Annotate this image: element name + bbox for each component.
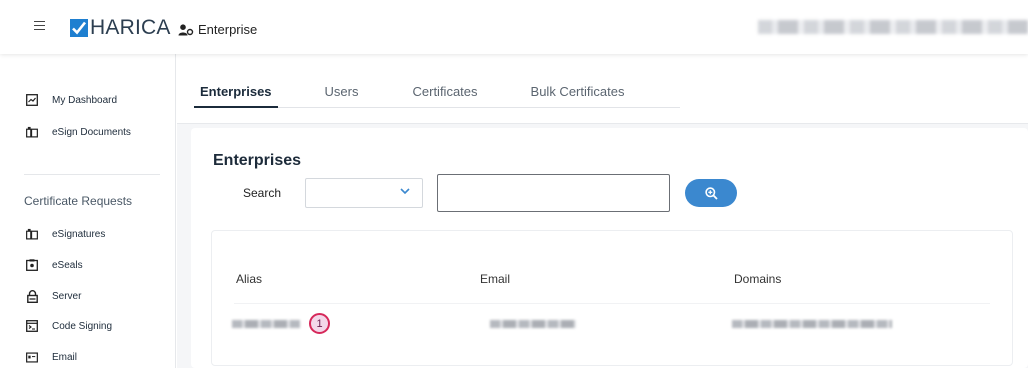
tabs: Enterprises Users Certificates Bulk Cert… [194, 83, 680, 108]
sidebar-item-eseals[interactable]: eSeals [26, 259, 83, 271]
lock-icon [26, 289, 38, 303]
email-icon [26, 351, 38, 363]
column-header-alias[interactable]: Alias [236, 272, 262, 286]
sidebar-item-code-signing[interactable]: Code Signing [26, 320, 112, 332]
tabs-bar: Enterprises Users Certificates Bulk Cert… [177, 54, 1028, 124]
sidebar-item-esign-documents[interactable]: eSign Documents [26, 126, 131, 138]
sidebar-item-server[interactable]: Server [26, 289, 82, 303]
domains-cell-redacted [732, 320, 892, 328]
breadcrumb: Enterprise [178, 22, 257, 37]
chevron-down-icon [400, 188, 410, 195]
breadcrumb-label: Enterprise [198, 22, 258, 37]
column-header-email[interactable]: Email [480, 272, 510, 286]
sidebar-item-label: Email [52, 351, 78, 363]
hamburger-menu-icon[interactable] [34, 18, 48, 32]
tab-certificates[interactable]: Certificates [413, 84, 478, 107]
tab-bulk-certificates[interactable]: Bulk Certificates [531, 84, 625, 107]
sidebar-divider [24, 174, 160, 175]
signature-icon [26, 228, 38, 240]
user-menu[interactable] [758, 20, 1028, 34]
row-number-badge: 1 [309, 313, 330, 334]
zoom-in-icon [704, 186, 718, 200]
document-sign-icon [26, 126, 38, 138]
sidebar-item-label: eSignatures [52, 228, 106, 240]
sidebar-item-my-dashboard[interactable]: My Dashboard [26, 94, 117, 106]
search-label: Search [243, 186, 282, 200]
sidebar-item-label: Code Signing [52, 320, 113, 332]
seal-icon [26, 259, 38, 271]
harica-logo[interactable]: HARICA [70, 16, 171, 39]
enterprises-panel: Enterprises Search Alias Email Domains 1 [191, 128, 1028, 368]
sidebar-item-email[interactable]: Email [26, 351, 77, 363]
sidebar-item-label: Server [52, 290, 82, 302]
top-bar: HARICA Enterprise [0, 0, 1028, 54]
sidebar-item-label: eSign Documents [52, 126, 131, 138]
alias-cell-redacted [232, 320, 300, 328]
sidebar-item-esignatures[interactable]: eSignatures [26, 228, 105, 240]
column-header-domains[interactable]: Domains [734, 272, 781, 286]
logo-mark-icon [70, 19, 88, 37]
search-field-select[interactable] [305, 178, 423, 208]
section-title-certificate-requests: Certificate Requests [24, 194, 133, 208]
sidebar: My Dashboard eSign Documents Certificate… [0, 54, 176, 368]
page-title: Enterprises [213, 152, 302, 169]
search-button[interactable] [685, 179, 737, 207]
code-icon [26, 320, 38, 332]
sidebar-item-label: My Dashboard [52, 94, 118, 106]
search-input[interactable] [437, 174, 670, 212]
logo-text: HARICA [90, 16, 171, 39]
email-cell-redacted [490, 320, 576, 328]
sidebar-item-label: eSeals [52, 259, 83, 271]
tab-users[interactable]: Users [325, 84, 359, 107]
main-content: Enterprises Users Certificates Bulk Cert… [177, 54, 1028, 368]
dashboard-icon [26, 94, 38, 106]
enterprises-table: Alias Email Domains 1 [211, 230, 1013, 366]
enterprise-users-icon [178, 23, 194, 35]
table-header-divider [234, 303, 990, 304]
tab-enterprises[interactable]: Enterprises [194, 84, 278, 108]
